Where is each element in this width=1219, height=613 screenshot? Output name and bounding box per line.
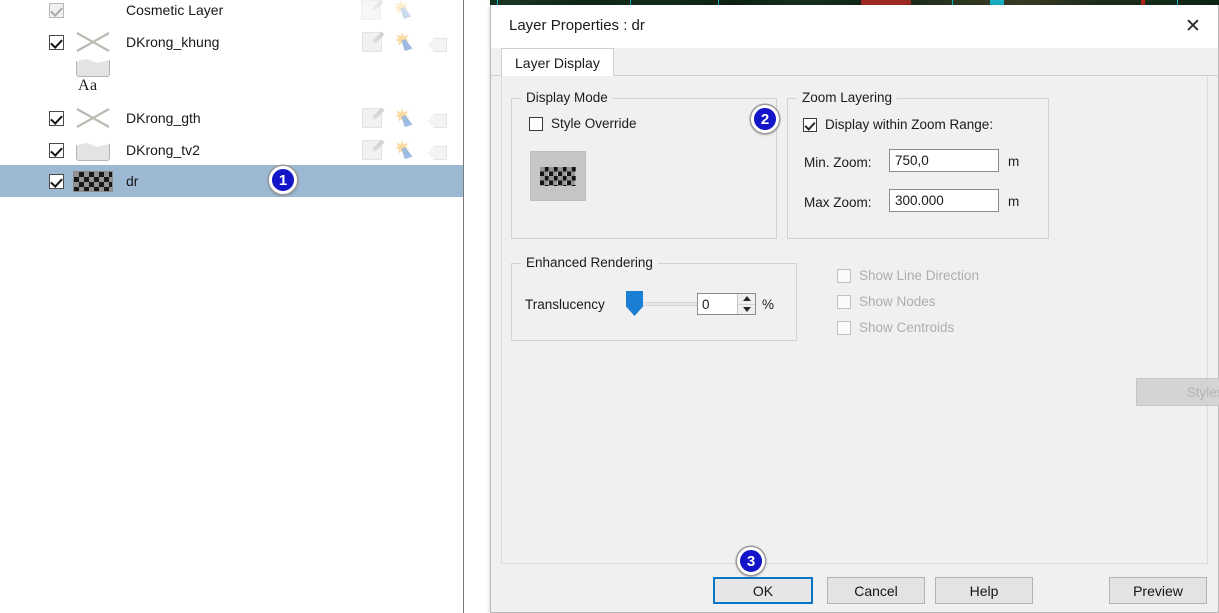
layer-name: dr <box>126 173 139 189</box>
tab-strip[interactable]: Layer Display <box>491 48 1218 76</box>
edit-icon[interactable] <box>361 0 381 20</box>
display-mode-group: Display Mode Style Override <box>511 90 777 239</box>
select-icon[interactable] <box>395 32 415 52</box>
layer-row-actions[interactable] <box>361 0 447 26</box>
enhanced-rendering-group-label: Enhanced Rendering <box>521 255 658 270</box>
select-icon[interactable] <box>395 108 415 128</box>
callout-badge-1: 1 <box>269 166 297 194</box>
spinner-buttons[interactable] <box>737 294 755 314</box>
tab-panel-layer-display: Display Mode Style Override Zoom Layerin… <box>501 76 1208 564</box>
min-zoom-label: Min. Zoom: <box>804 155 872 170</box>
show-line-direction-checkbox[interactable] <box>837 268 851 283</box>
min-zoom-unit: m <box>1008 154 1020 169</box>
style-override-label: Style Override <box>551 116 637 131</box>
select-icon[interactable] <box>395 140 415 160</box>
ok-button[interactable]: OK <box>713 577 813 604</box>
layer-row-sub-text: Aa <box>0 76 463 104</box>
callout-badge-2: 2 <box>751 105 779 133</box>
dialog-title: Layer Properties : dr <box>509 17 645 34</box>
chevron-up-icon <box>742 296 751 302</box>
show-centroids-checkbox[interactable] <box>837 320 851 335</box>
display-within-zoom-range-checkbox[interactable] <box>803 117 817 132</box>
show-nodes-row[interactable]: Show Nodes <box>837 294 979 309</box>
max-zoom-label: Max Zoom: <box>804 195 872 210</box>
styles-for-new-objects-label: Styles for New Objects ... <box>1186 384 1219 400</box>
layer-row-dkrong-tv2[interactable]: DKrong_tv2 <box>0 134 463 166</box>
layer-row-dr[interactable]: dr <box>0 165 463 197</box>
layer-row-actions[interactable] <box>362 102 447 134</box>
max-zoom-unit: m <box>1008 194 1020 209</box>
layer-control-panel[interactable]: Cosmetic Layer DKrong_khung Aa DKrong_gt… <box>0 0 463 613</box>
callout-badge-3: 3 <box>737 547 765 575</box>
translucency-spinner[interactable] <box>697 293 756 315</box>
show-nodes-checkbox[interactable] <box>837 294 851 309</box>
translucency-input[interactable] <box>698 294 737 314</box>
show-line-direction-label: Show Line Direction <box>859 268 980 283</box>
label-icon[interactable] <box>428 114 447 128</box>
translucency-label: Translucency <box>525 297 605 312</box>
translucency-unit: % <box>762 297 775 312</box>
layer-symbol-polygon <box>72 137 114 163</box>
label-icon[interactable] <box>428 146 447 160</box>
edit-icon[interactable] <box>362 32 382 52</box>
layer-row-actions[interactable] <box>362 134 447 166</box>
layer-symbol-line <box>72 105 114 131</box>
display-within-zoom-range-label: Display within Zoom Range: <box>825 117 994 132</box>
layer-row-dkrong-gth[interactable]: DKrong_gth <box>0 102 463 134</box>
min-zoom-input[interactable] <box>889 149 999 172</box>
help-button[interactable]: Help <box>935 577 1033 604</box>
display-within-zoom-range-row[interactable]: Display within Zoom Range: <box>803 117 993 132</box>
layer-name: DKrong_tv2 <box>126 142 200 158</box>
layer-row-cosmetic-layer[interactable]: Cosmetic Layer <box>0 0 463 26</box>
display-mode-group-label: Display Mode <box>521 90 613 105</box>
label-icon[interactable] <box>428 38 447 52</box>
show-centroids-label: Show Centroids <box>859 320 955 335</box>
layer-symbol-none <box>72 0 114 23</box>
style-preview-swatch[interactable] <box>530 151 586 201</box>
layer-visibility-checkbox[interactable] <box>49 34 64 50</box>
layer-name: DKrong_khung <box>126 34 220 50</box>
style-override-checkbox[interactable] <box>529 116 543 131</box>
cancel-label: Cancel <box>854 582 898 599</box>
layer-name: DKrong_gth <box>126 110 201 126</box>
select-icon[interactable] <box>394 0 414 20</box>
edit-icon[interactable] <box>362 140 382 160</box>
layer-symbol-raster <box>72 168 114 194</box>
ok-label: OK <box>752 582 774 599</box>
show-centroids-row[interactable]: Show Centroids <box>837 320 979 335</box>
zoom-layering-group: Zoom Layering Display within Zoom Range:… <box>787 90 1049 239</box>
dialog-titlebar: Layer Properties : dr ✕ <box>491 5 1218 48</box>
layer-visibility-checkbox[interactable] <box>49 110 64 126</box>
spinner-up-button[interactable] <box>738 294 755 304</box>
spinner-down-button[interactable] <box>738 303 755 314</box>
cancel-button[interactable]: Cancel <box>827 577 925 604</box>
render-options-list: Show Line Direction Show Nodes Show Cent… <box>837 268 979 335</box>
help-label: Help <box>969 582 999 599</box>
layer-name: Cosmetic Layer <box>126 2 224 18</box>
edit-icon[interactable] <box>362 108 382 128</box>
preview-label: Preview <box>1133 582 1183 599</box>
layer-properties-dialog[interactable]: Layer Properties : dr ✕ Layer Display Di… <box>490 5 1219 613</box>
enhanced-rendering-group: Enhanced Rendering Translucency % <box>511 255 797 341</box>
layer-visibility-checkbox[interactable] <box>49 142 64 158</box>
chevron-down-icon <box>742 306 751 312</box>
layer-symbol-text: Aa <box>72 77 114 103</box>
style-override-row[interactable]: Style Override <box>529 116 637 131</box>
layer-visibility-checkbox[interactable] <box>49 2 64 18</box>
line-cross-icon <box>76 108 110 128</box>
text-symbol-label: Aa <box>78 77 98 94</box>
raster-pattern-preview <box>540 166 576 186</box>
show-line-direction-row[interactable]: Show Line Direction <box>837 268 979 283</box>
max-zoom-input[interactable] <box>889 189 999 212</box>
close-icon[interactable]: ✕ <box>1178 13 1208 39</box>
panel-gap <box>464 0 490 613</box>
translucency-slider-thumb[interactable] <box>626 291 643 316</box>
preview-button[interactable]: Preview <box>1109 577 1207 604</box>
layer-visibility-checkbox[interactable] <box>49 173 64 189</box>
show-nodes-label: Show Nodes <box>859 294 936 309</box>
styles-for-new-objects-button[interactable]: Styles for New Objects ... <box>1136 378 1219 406</box>
tab-layer-display[interactable]: Layer Display <box>501 48 614 76</box>
zoom-layering-group-label: Zoom Layering <box>797 90 898 105</box>
